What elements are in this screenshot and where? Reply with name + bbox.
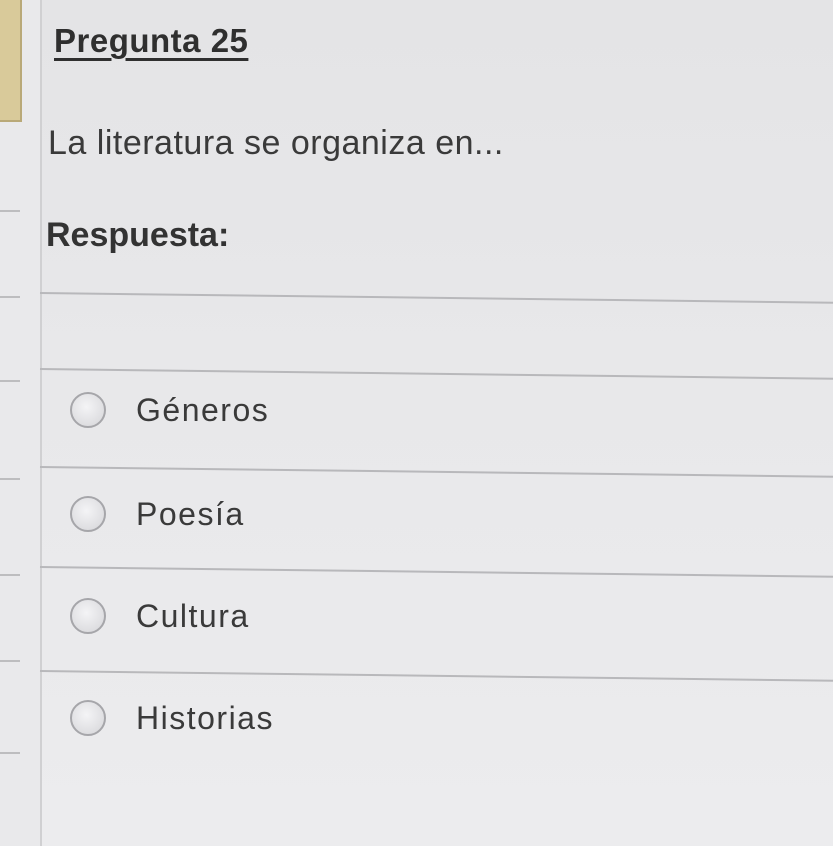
- option-label: Géneros: [136, 391, 270, 428]
- divider: [39, 566, 833, 578]
- divider: [0, 752, 20, 754]
- question-content: Pregunta 25 La literatura se organiza en…: [39, 0, 833, 846]
- divider: [39, 466, 833, 478]
- radio-button[interactable]: [70, 598, 106, 634]
- option-label: Cultura: [136, 597, 250, 634]
- divider: [0, 296, 20, 298]
- question-flag[interactable]: [0, 0, 22, 122]
- question-text: La literatura se organiza en...: [48, 124, 504, 162]
- divider: [0, 380, 20, 382]
- radio-button[interactable]: [70, 700, 106, 736]
- divider: [0, 478, 20, 480]
- option-generos[interactable]: Géneros: [70, 380, 269, 440]
- divider: [39, 670, 833, 682]
- question-nav-strip: [0, 0, 42, 846]
- divider: [0, 210, 20, 212]
- answer-label: Respuesta:: [46, 216, 230, 254]
- divider: [0, 574, 20, 576]
- option-label: Historias: [136, 699, 274, 736]
- option-poesia[interactable]: Poesía: [70, 484, 245, 544]
- divider: [39, 368, 833, 380]
- divider: [0, 660, 20, 662]
- radio-button[interactable]: [70, 392, 106, 428]
- radio-button[interactable]: [70, 496, 106, 532]
- divider: [39, 292, 833, 304]
- option-cultura[interactable]: Cultura: [70, 586, 250, 646]
- option-label: Poesía: [136, 495, 245, 532]
- question-title: Pregunta 25: [54, 22, 249, 59]
- option-historias[interactable]: Historias: [70, 688, 274, 748]
